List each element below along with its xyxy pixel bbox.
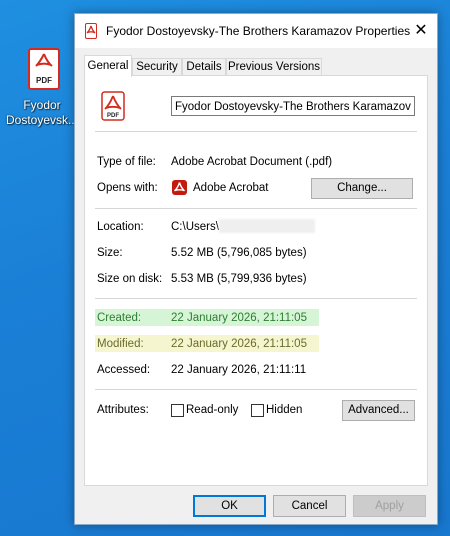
file-name-field[interactable]: Fyodor Dostoyevsky-The Brothers Karamazo…: [171, 96, 415, 116]
accessed-value: 22 January 2026, 21:11:11: [171, 364, 307, 376]
pdf-file-icon: PDF: [28, 48, 60, 90]
change-button[interactable]: Change...: [311, 178, 413, 199]
pdf-icon-text: PDF: [36, 76, 52, 85]
window-title: Fyodor Dostoyevsky-The Brothers Karamazo…: [106, 24, 411, 38]
size-value: 5.52 MB (5,796,085 bytes): [171, 247, 307, 259]
location-value: C:\Users\: [171, 221, 219, 233]
hidden-label[interactable]: Hidden: [266, 404, 302, 416]
acrobat-icon: [172, 180, 187, 198]
accessed-label: Accessed:: [97, 364, 151, 376]
size-label: Size:: [97, 247, 123, 259]
separator: [95, 389, 417, 390]
readonly-checkbox[interactable]: [171, 404, 184, 417]
tab-security[interactable]: Security: [132, 58, 182, 76]
pdf-large-icon-text: PDF: [107, 113, 119, 119]
tab-previous-versions[interactable]: Previous Versions: [226, 58, 322, 76]
tab-details[interactable]: Details: [182, 58, 226, 76]
separator: [95, 208, 417, 209]
close-icon[interactable]: ✕: [405, 14, 437, 48]
type-value: Adobe Acrobat Document (.pdf): [171, 156, 333, 168]
hidden-checkbox[interactable]: [251, 404, 264, 417]
type-label: Type of file:: [97, 156, 156, 168]
tab-general[interactable]: General: [84, 55, 132, 77]
title-bar[interactable]: Fyodor Dostoyevsky-The Brothers Karamazo…: [75, 14, 437, 48]
readonly-label[interactable]: Read-only: [186, 404, 238, 416]
attributes-label: Attributes:: [97, 404, 149, 416]
size-on-disk-value: 5.53 MB (5,799,936 bytes): [171, 273, 307, 285]
created-label: Created:: [97, 312, 142, 324]
modified-label: Modified:: [97, 338, 144, 350]
size-on-disk-label: Size on disk:: [97, 273, 163, 285]
separator: [95, 131, 417, 132]
cancel-button[interactable]: Cancel: [273, 495, 346, 517]
opens-with-label: Opens with:: [97, 182, 158, 194]
pdf-title-icon: [85, 23, 97, 42]
created-value: 22 January 2026, 21:11:05: [171, 312, 307, 324]
separator: [95, 298, 417, 299]
location-label: Location:: [97, 221, 144, 233]
ok-button[interactable]: OK: [193, 495, 266, 517]
pdf-large-icon: PDF: [101, 91, 125, 124]
modified-value: 22 January 2026, 21:11:05: [171, 338, 307, 350]
apply-button[interactable]: Apply: [353, 495, 426, 517]
redacted-path: [219, 219, 315, 233]
desktop-icon-label: Fyodor Dostoyevsk...: [6, 98, 79, 127]
general-panel: PDF Fyodor Dostoyevsky-The Brothers Kara…: [84, 75, 428, 486]
advanced-button[interactable]: Advanced...: [342, 400, 415, 421]
opens-with-value: Adobe Acrobat: [193, 182, 269, 194]
properties-window: Fyodor Dostoyevsky-The Brothers Karamazo…: [74, 13, 438, 525]
